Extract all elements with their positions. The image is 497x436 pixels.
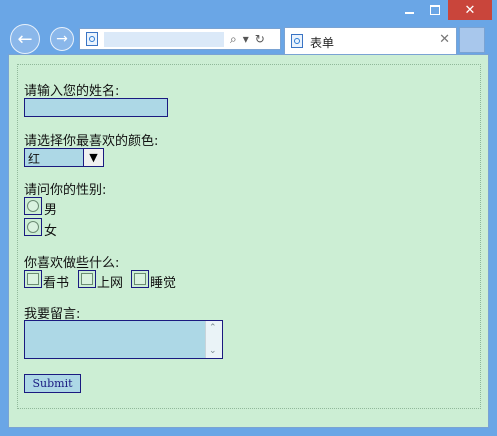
- hobby-label: 你喜欢做些什么:: [24, 256, 120, 271]
- forward-button[interactable]: →: [50, 27, 74, 51]
- checkbox-sleeping-label: 睡觉: [150, 276, 177, 291]
- color-select[interactable]: 红 ▼: [24, 148, 104, 167]
- minimize-button[interactable]: [395, 0, 423, 20]
- radio-female-dot: [27, 221, 39, 233]
- scroll-up-icon[interactable]: ⌃: [209, 323, 217, 333]
- checkbox-internet-label: 上网: [97, 276, 124, 291]
- maximize-icon: [430, 5, 440, 15]
- search-icon[interactable]: ⌕: [230, 32, 237, 47]
- tab-active[interactable]: 表单 ✕: [284, 27, 457, 54]
- textarea-scrollbar[interactable]: ⌃ ⌄: [205, 321, 222, 358]
- color-select-value: 红: [28, 152, 41, 166]
- browser-window: ✕ ← → ⌕ ▾ ↻ 表单 ✕ 请输入您的姓名: 请选择你最喜欢的颜色: 红 …: [0, 0, 497, 436]
- forward-icon: →: [56, 31, 68, 47]
- name-label: 请输入您的姓名:: [24, 84, 120, 99]
- color-label: 请选择你最喜欢的颜色:: [24, 134, 159, 149]
- checkbox-reading-label: 看书: [43, 276, 70, 291]
- back-button[interactable]: ←: [10, 24, 40, 54]
- new-tab-button[interactable]: [459, 27, 485, 53]
- url-input[interactable]: [104, 32, 224, 47]
- radio-male[interactable]: [24, 197, 42, 215]
- dropdown-icon[interactable]: ▾: [243, 32, 249, 46]
- message-textarea[interactable]: ⌃ ⌄: [24, 320, 223, 359]
- checkbox-internet[interactable]: [78, 270, 96, 288]
- form: 请输入您的姓名: 请选择你最喜欢的颜色: 红 ▼ 请问你的性别: 男 女 你喜欢…: [17, 64, 481, 409]
- page-icon: [86, 32, 98, 46]
- submit-button[interactable]: Submit: [24, 374, 81, 393]
- close-button[interactable]: ✕: [448, 0, 492, 20]
- scroll-down-icon[interactable]: ⌄: [209, 346, 217, 356]
- checkbox-sleeping-box: [134, 273, 146, 285]
- select-arrow-icon: ▼: [83, 149, 103, 166]
- gender-label: 请问你的性别:: [24, 183, 107, 198]
- tab-close-icon[interactable]: ✕: [439, 32, 450, 47]
- maximize-button[interactable]: [423, 0, 447, 20]
- address-tools: ⌕ ▾ ↻: [230, 31, 265, 47]
- address-bar[interactable]: ⌕ ▾ ↻: [79, 28, 281, 50]
- radio-male-label: 男: [44, 203, 58, 218]
- minimize-icon: [404, 12, 414, 14]
- tab-page-icon: [291, 34, 303, 48]
- checkbox-reading[interactable]: [24, 270, 42, 288]
- radio-female[interactable]: [24, 218, 42, 236]
- close-icon: ✕: [464, 2, 476, 18]
- refresh-icon[interactable]: ↻: [255, 32, 265, 46]
- tab-title: 表单: [310, 36, 335, 50]
- checkbox-reading-box: [27, 273, 39, 285]
- radio-female-label: 女: [44, 224, 58, 239]
- checkbox-sleeping[interactable]: [131, 270, 149, 288]
- page-viewport: 请输入您的姓名: 请选择你最喜欢的颜色: 红 ▼ 请问你的性别: 男 女 你喜欢…: [8, 54, 489, 428]
- checkbox-internet-box: [81, 273, 93, 285]
- radio-male-dot: [27, 200, 39, 212]
- back-icon: ←: [17, 28, 33, 50]
- name-input[interactable]: [24, 98, 168, 117]
